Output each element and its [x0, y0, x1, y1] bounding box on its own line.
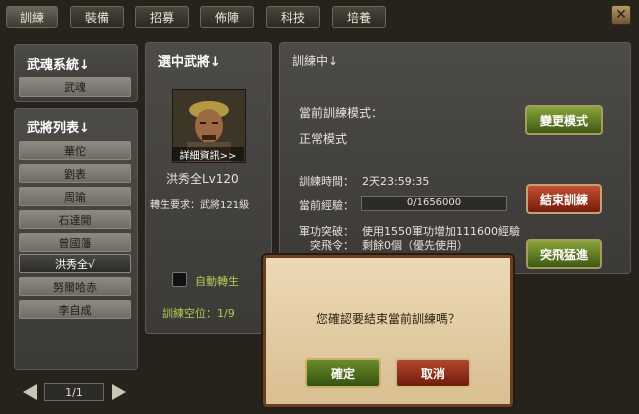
time-value: 2天23:59:35	[362, 175, 430, 188]
auto-reincarnate-checkbox[interactable]	[172, 272, 187, 287]
exp-label: 當前經驗：	[299, 199, 354, 212]
time-label: 訓練時間：	[299, 175, 354, 188]
general-item[interactable]: 努爾哈赤	[19, 277, 131, 296]
confirm-button[interactable]: 確定	[305, 358, 381, 388]
page-indicator: 1/1	[44, 383, 104, 401]
leap-forward-button[interactable]: 突飛猛進	[526, 239, 602, 269]
soul-system-title: 武魂系統↓	[27, 58, 90, 73]
general-item[interactable]: 華佗	[19, 141, 131, 160]
change-mode-button[interactable]: 變更模式	[525, 105, 603, 135]
general-item[interactable]: 石達開	[19, 210, 131, 229]
confirm-dialog	[263, 255, 513, 407]
selected-general-title: 選中武將↓	[158, 55, 221, 70]
soul-button[interactable]: 武魂	[19, 77, 131, 97]
training-slots: 訓練空位：1/9	[162, 307, 235, 320]
tab-cultivate[interactable]: 培養	[332, 6, 386, 28]
mode-label: 當前訓練模式：	[299, 106, 384, 120]
tab-formation[interactable]: 佈陣	[200, 6, 254, 28]
general-list-title: 武將列表↓	[27, 121, 90, 136]
dialog-message: 您確認要結束當前訓練嗎？	[315, 312, 460, 326]
training-title: 訓練中↓	[292, 54, 339, 68]
leap-label: 突飛令：	[310, 239, 354, 252]
general-item[interactable]: 李自成	[19, 300, 131, 319]
reincarnation-requirement: 轉生要求：武將121級	[150, 200, 250, 211]
end-training-button[interactable]: 結束訓練	[526, 184, 602, 214]
general-item[interactable]: 周瑜	[19, 187, 131, 206]
tab-technology[interactable]: 科技	[266, 6, 320, 28]
close-button[interactable]: ✕	[611, 5, 631, 25]
general-item[interactable]: 劉表	[19, 164, 131, 183]
close-icon: ✕	[615, 7, 627, 23]
tab-training[interactable]: 訓練	[6, 6, 58, 28]
exp-value: 0/1656000	[406, 197, 462, 208]
details-link[interactable]: 詳細資訊>>	[172, 147, 244, 162]
auto-reincarnate-label: 自動轉生	[195, 275, 239, 288]
general-name-level: 洪秀全Lv120	[166, 172, 239, 186]
prev-page-icon[interactable]	[23, 384, 37, 400]
mode-value: 正常模式	[299, 132, 348, 146]
general-item-selected[interactable]: 洪秀全√	[19, 254, 131, 273]
general-item[interactable]: 曾國藩	[19, 233, 131, 252]
next-page-icon[interactable]	[112, 384, 126, 400]
cancel-button[interactable]: 取消	[395, 358, 471, 388]
tab-equipment[interactable]: 裝備	[70, 6, 124, 28]
leap-value: 剩餘0個（優先使用）	[362, 239, 468, 252]
selected-general-panel	[145, 42, 272, 334]
tab-recruit[interactable]: 招募	[135, 6, 189, 28]
